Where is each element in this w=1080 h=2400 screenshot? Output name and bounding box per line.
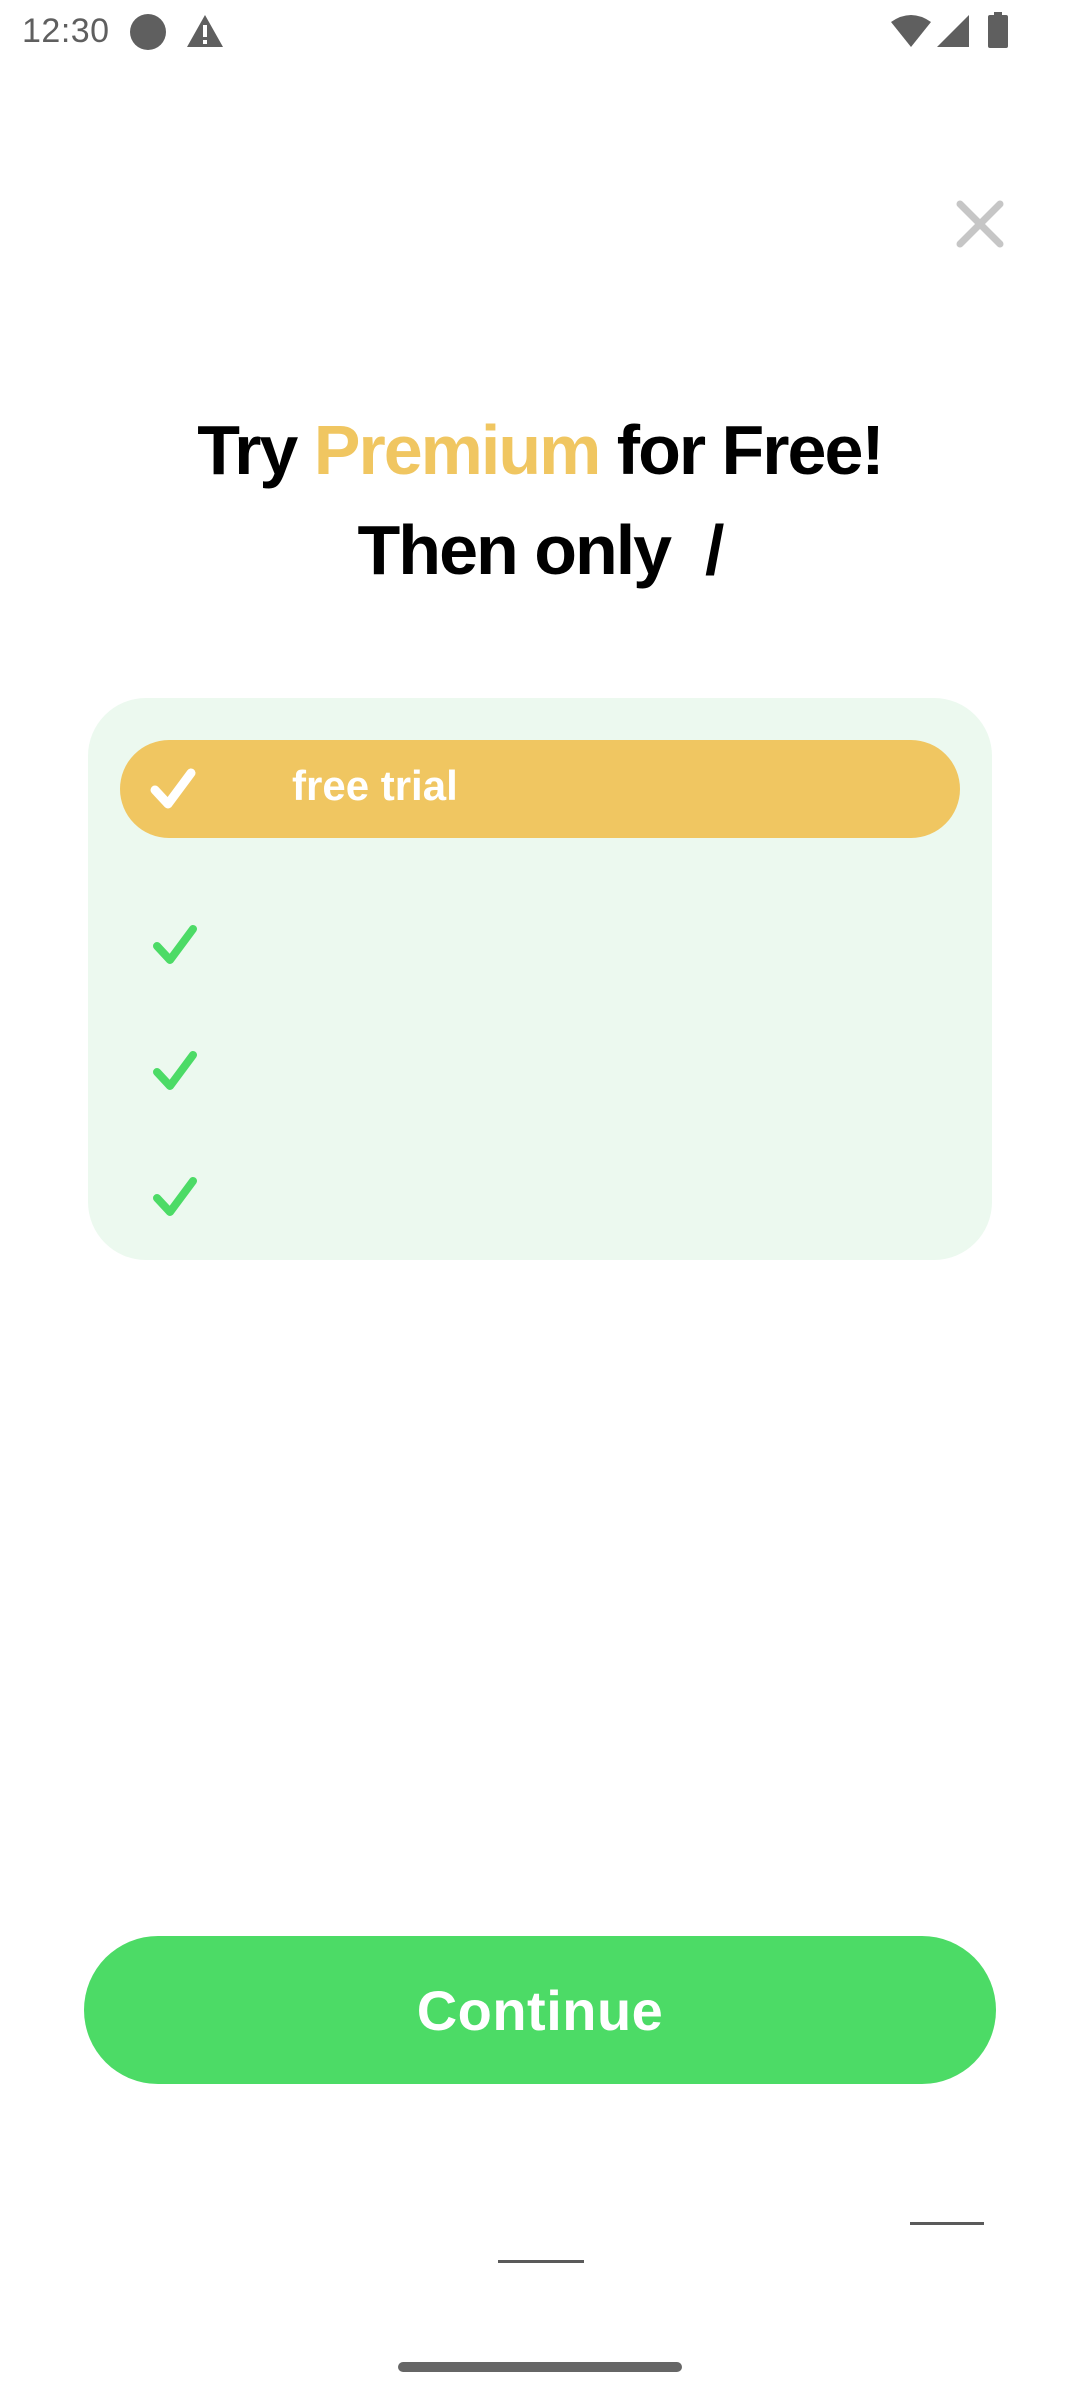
headline-accent: Premium <box>313 411 602 489</box>
headline-separator: / <box>705 511 725 589</box>
status-bar: 12:30 <box>0 0 1080 64</box>
check-icon <box>153 925 197 964</box>
footer-link-center[interactable] <box>498 2260 584 2263</box>
warning-icon <box>187 15 223 47</box>
feature-highlight-label: free trial <box>292 762 458 809</box>
features-card: free trial <box>88 698 992 1260</box>
check-icon <box>153 1177 197 1216</box>
headline-suffix: for Free! <box>599 411 885 489</box>
headline-line-1: Try Premium for Free! <box>0 400 1080 500</box>
feature-item <box>152 916 912 976</box>
close-icon[interactable] <box>952 196 1008 252</box>
headline-then-only: Then only <box>357 511 688 589</box>
feature-item <box>152 1042 912 1102</box>
wifi-icon <box>891 15 931 47</box>
feature-item <box>152 1168 912 1228</box>
check-icon <box>150 768 196 809</box>
check-icon <box>153 1051 197 1090</box>
dot-icon <box>130 14 166 50</box>
feature-highlight-free-trial: free trial <box>120 740 960 838</box>
cell-signal-icon <box>937 15 969 47</box>
headline-line-2: Then only / <box>0 500 1080 600</box>
continue-button[interactable]: Continue <box>84 1936 996 2084</box>
page-title: Try Premium for Free! Then only / <box>0 400 1080 600</box>
status-time: 12:30 <box>22 12 110 50</box>
footer-link-right[interactable] <box>910 2222 984 2225</box>
battery-icon <box>988 12 1008 48</box>
headline-prefix: Try <box>197 411 314 489</box>
home-indicator[interactable] <box>398 2362 682 2372</box>
